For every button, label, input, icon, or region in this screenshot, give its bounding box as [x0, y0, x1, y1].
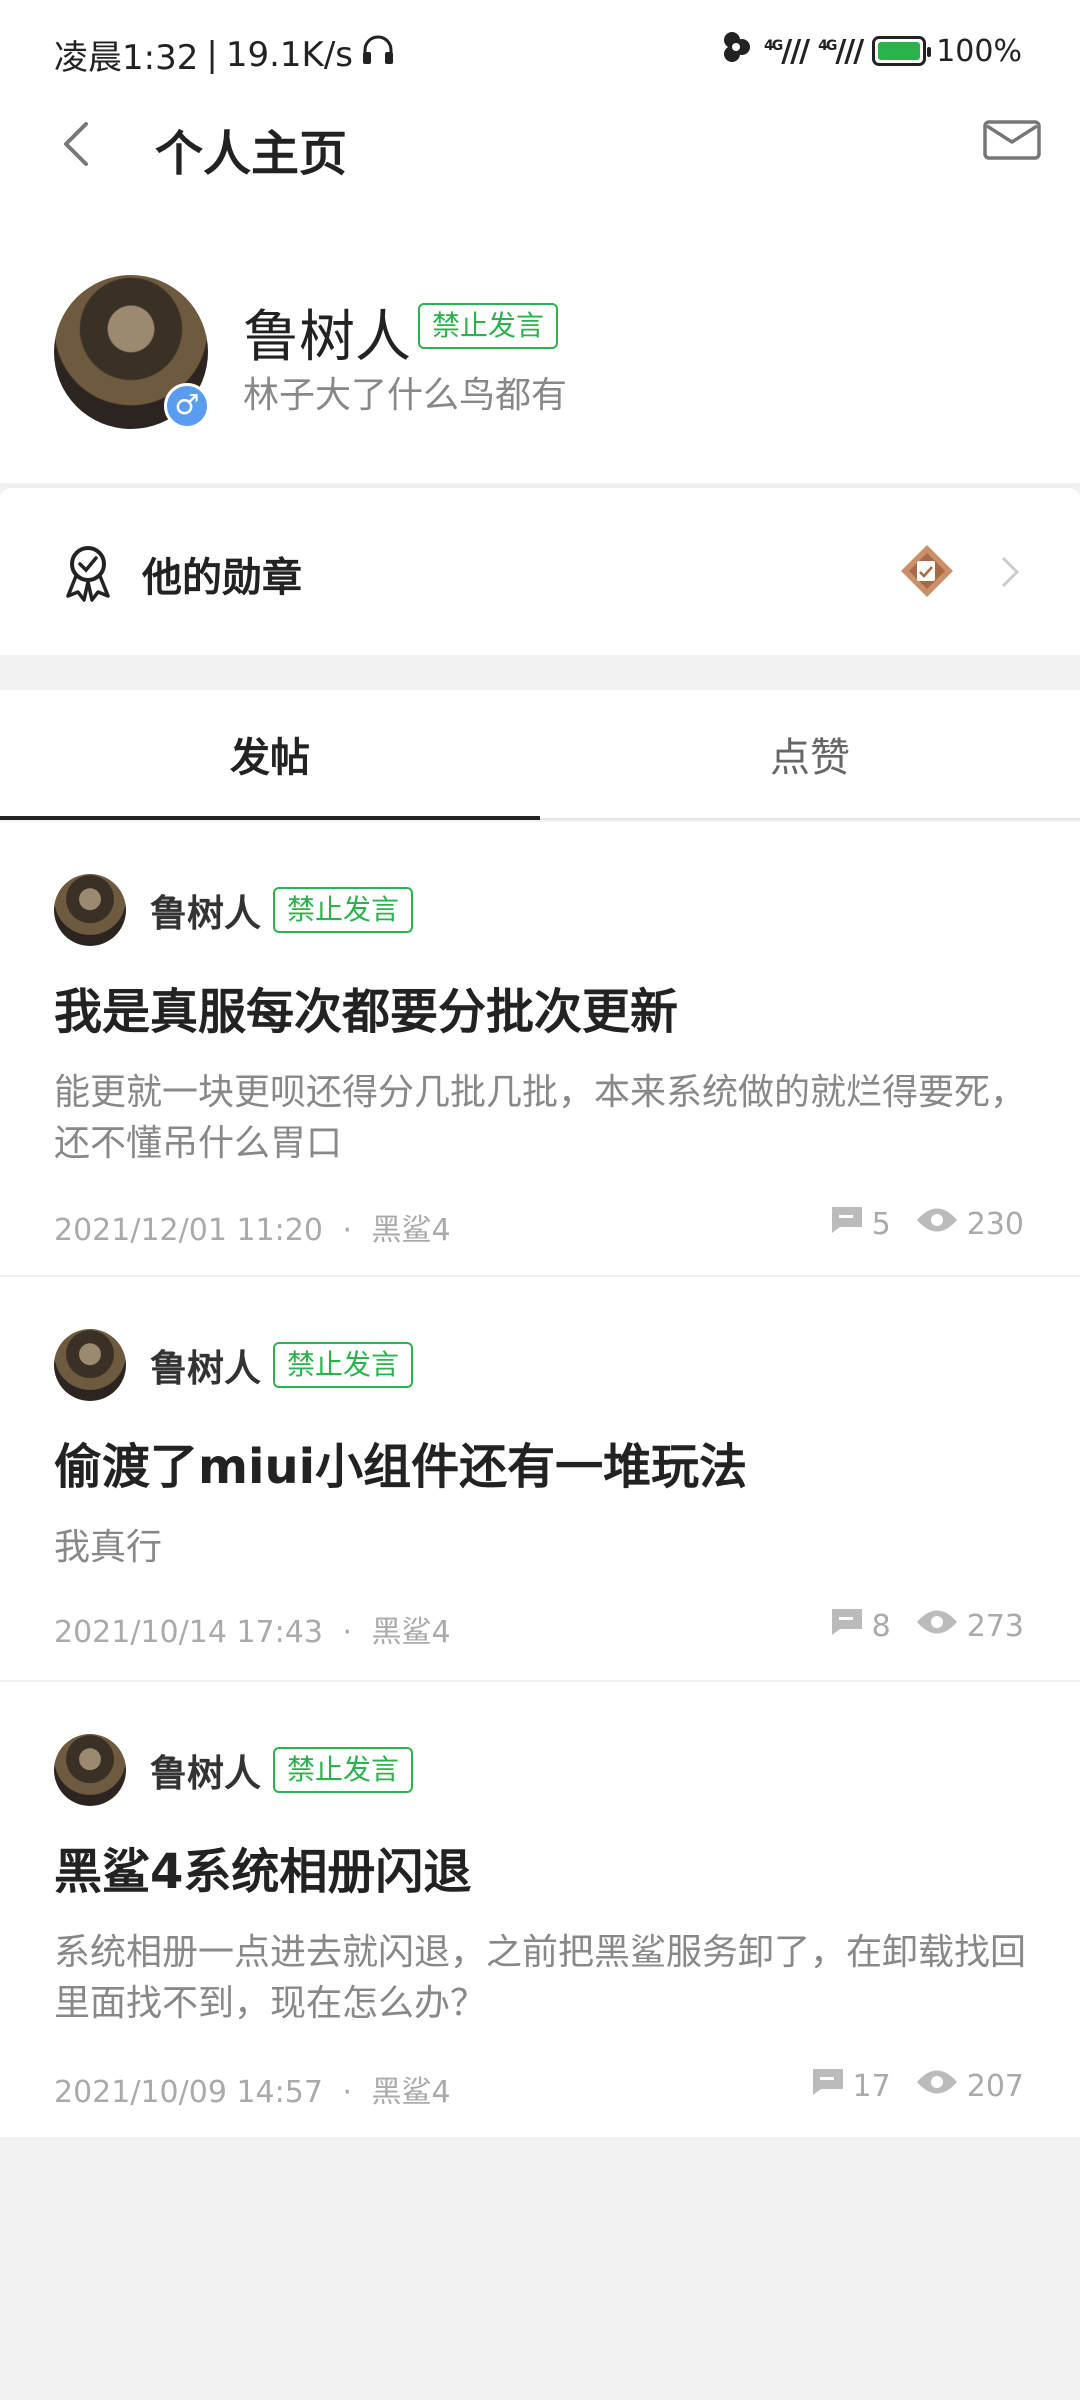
app-header: 个人主页 — [0, 100, 1080, 210]
mail-icon — [983, 120, 1041, 160]
meta-separator: · — [342, 1615, 352, 1650]
comment-icon — [830, 1607, 864, 1645]
post-date: 2021/10/09 14:57 — [54, 2075, 323, 2110]
post-excerpt: 系统相册一点进去就闪退，之前把黑鲨服务卸了，在卸载找回里面找不到，现在怎么办？ — [54, 1932, 1027, 2024]
author-name: 鲁树人 — [150, 892, 261, 935]
signal-icon-2: 4G/// — [818, 33, 864, 69]
post-meta: 2021/10/09 14:57 · 黑鲨4 — [54, 2067, 451, 2111]
post-excerpt: 我真行 — [54, 1527, 163, 1568]
mute-status-badge: 禁止发言 — [273, 887, 414, 933]
tab-posts[interactable]: 发帖 — [230, 725, 310, 783]
headphones-icon — [361, 34, 395, 75]
mute-status-badge: 禁止发言 — [418, 303, 559, 349]
status-speed: 19.1K/s — [225, 34, 353, 75]
active-tab-indicator — [0, 816, 540, 820]
post-device: 黑鲨4 — [371, 1213, 451, 1248]
post-title[interactable]: 黑鲨4系统相册闪退 — [54, 1832, 471, 1902]
back-button[interactable] — [52, 114, 112, 174]
profile-signature: 林子大了什么鸟都有 — [243, 375, 568, 416]
comment-count: 8 — [871, 1608, 891, 1644]
view-count: 273 — [966, 1608, 1024, 1644]
post-card[interactable]: 鲁树人 禁止发言 黑鲨4系统相册闪退 系统相册一点进去就闪退，之前把黑鲨服务卸了… — [0, 1682, 1080, 2137]
post-title[interactable]: 我是真服每次都要分批次更新 — [54, 972, 678, 1042]
medals-row[interactable]: 他的勋章 — [0, 485, 1080, 655]
eye-icon — [915, 1205, 959, 1243]
comment-icon — [811, 2067, 845, 2105]
profile-tabs: 发帖 点赞 — [0, 690, 1080, 820]
page-title: 个人主页 — [155, 126, 348, 182]
post-device: 黑鲨4 — [371, 2075, 451, 2110]
post-meta: 2021/10/14 17:43 · 黑鲨4 — [54, 1607, 451, 1651]
status-left: 凌晨1:32 | 19.1K/s — [54, 30, 395, 79]
medal-badge-icon — [899, 543, 955, 599]
male-gender-icon: ♂ — [164, 383, 210, 429]
post-meta: 2021/12/01 11:20 · 黑鲨4 — [54, 1205, 451, 1249]
author-name: 鲁树人 — [150, 1752, 261, 1795]
tab-likes[interactable]: 点赞 — [770, 725, 850, 783]
post-date: 2021/12/01 11:20 — [54, 1213, 323, 1248]
avatar[interactable] — [54, 1734, 126, 1806]
chevron-left-icon — [64, 122, 88, 166]
comment-icon — [830, 1205, 864, 1243]
medals-label: 他的勋章 — [142, 555, 302, 601]
status-right: 4G/// 4G/// 100% — [722, 30, 1022, 72]
eye-icon — [915, 1607, 959, 1645]
meta-separator: · — [342, 2075, 352, 2110]
status-divider: | — [206, 34, 218, 75]
message-button[interactable] — [982, 116, 1042, 166]
post-author[interactable]: 鲁树人 禁止发言 — [54, 1734, 414, 1806]
eye-icon — [915, 2067, 959, 2105]
battery-icon — [872, 36, 932, 66]
post-title[interactable]: 偷渡了miui小组件还有一堆玩法 — [54, 1427, 747, 1497]
view-count: 207 — [966, 2068, 1024, 2104]
post-author[interactable]: 鲁树人 禁止发言 — [54, 1329, 414, 1401]
comment-count: 17 — [852, 2068, 891, 2104]
post-author[interactable]: 鲁树人 禁止发言 — [54, 874, 414, 946]
post-stats: 17 207 — [811, 2067, 1024, 2105]
comment-count: 5 — [871, 1206, 891, 1242]
avatar[interactable] — [54, 874, 126, 946]
post-stats: 5 230 — [830, 1205, 1024, 1243]
post-excerpt: 能更就一块更呗还得分几批几批，本来系统做的就烂得要死，还不懂吊什么胃口 — [54, 1072, 1027, 1164]
mute-status-badge: 禁止发言 — [273, 1342, 414, 1388]
post-card[interactable]: 鲁树人 禁止发言 偷渡了miui小组件还有一堆玩法 我真行 2021/10/14… — [0, 1277, 1080, 1682]
signal-icon-1: 4G/// — [764, 33, 810, 69]
hd-call-icon — [722, 30, 754, 72]
post-stats: 8 273 — [830, 1607, 1024, 1645]
profile-name: 鲁树人 — [243, 305, 411, 370]
post-date: 2021/10/14 17:43 — [54, 1615, 323, 1650]
medal-ribbon-icon — [58, 540, 118, 604]
avatar[interactable] — [54, 1329, 126, 1401]
status-time: 凌晨1:32 — [54, 38, 199, 78]
author-name: 鲁树人 — [150, 1347, 261, 1390]
view-count: 230 — [966, 1206, 1024, 1242]
post-card[interactable]: 鲁树人 禁止发言 我是真服每次都要分批次更新 能更就一块更呗还得分几批几批，本来… — [0, 822, 1080, 1277]
battery-level: 100% — [936, 33, 1022, 69]
post-list: 鲁树人 禁止发言 我是真服每次都要分批次更新 能更就一块更呗还得分几批几批，本来… — [0, 822, 1080, 2137]
chevron-right-icon — [998, 554, 1022, 590]
meta-separator: · — [342, 1213, 352, 1248]
mute-status-badge: 禁止发言 — [273, 1747, 414, 1793]
post-device: 黑鲨4 — [371, 1615, 451, 1650]
status-bar: 凌晨1:32 | 19.1K/s 4G/// 4G/// 100% — [0, 0, 1080, 100]
